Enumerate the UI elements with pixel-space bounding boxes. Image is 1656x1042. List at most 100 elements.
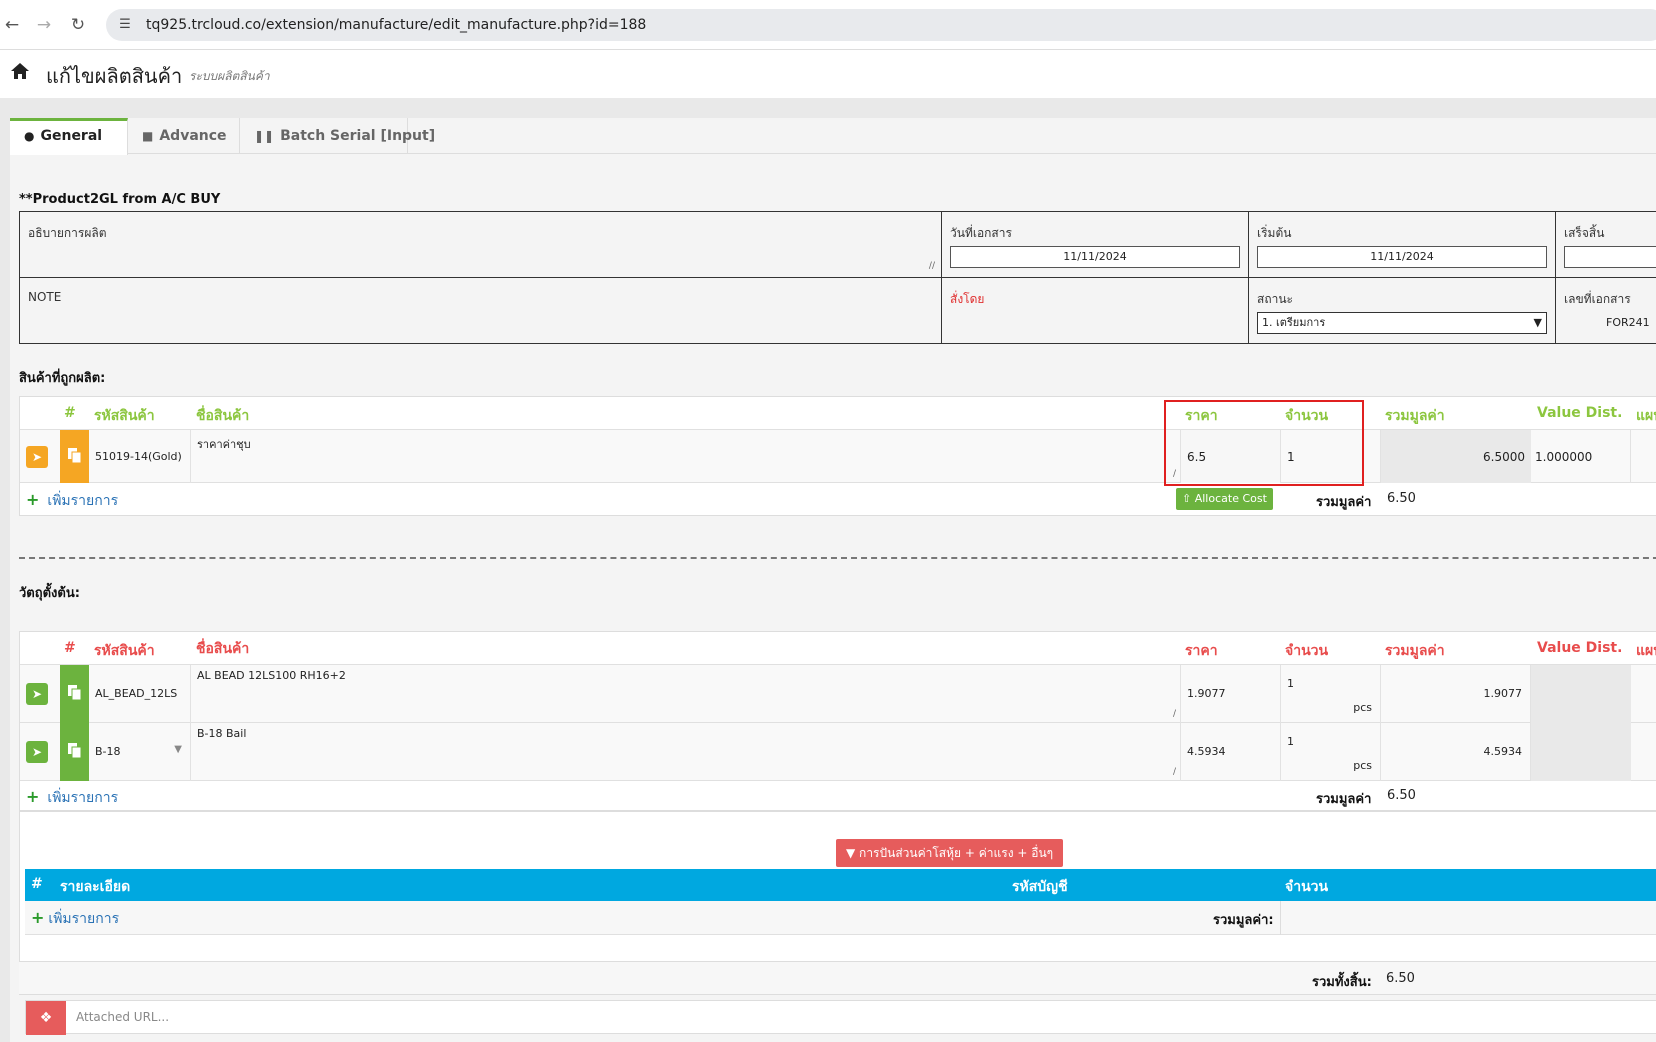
total-value: 4.5934 xyxy=(1483,745,1523,758)
material-name: AL BEAD 12LS100 RH16+2 xyxy=(197,669,346,682)
gl-note: **Product2GL from A/C BUY xyxy=(19,192,221,207)
name-cell[interactable]: ราคาค่าชุบ ∕ xyxy=(191,430,1181,483)
overhead-sum-label: รวมมูลค่า: xyxy=(1213,913,1274,928)
material-code: AL_BEAD_12LS xyxy=(95,687,178,700)
materials-section-label: วัตถุตั้งต้น: xyxy=(19,586,80,601)
tab-batch-serial[interactable]: ❚❚ Batch Serial [Input] xyxy=(240,118,435,154)
section-divider xyxy=(19,557,1656,559)
forward-icon[interactable]: → xyxy=(32,13,56,37)
copy-row-button[interactable] xyxy=(60,723,89,781)
price-cell[interactable]: 1.9077 xyxy=(1181,665,1281,723)
resize-handle-icon[interactable]: ∕ xyxy=(1173,709,1176,719)
site-settings-icon[interactable]: ☰ xyxy=(116,16,134,34)
unit-value: pcs xyxy=(1353,701,1372,714)
col-code: รหัสสินค้า xyxy=(94,643,155,659)
chevron-down-icon: ▼ xyxy=(1533,316,1542,329)
code-cell[interactable]: B-18 ▼ xyxy=(89,723,191,781)
col-code: รหัสสินค้า xyxy=(94,408,155,424)
note-cell[interactable]: NOTE xyxy=(20,278,942,344)
browser-toolbar: ← → ↻ ☰ tq925.trcloud.co/extension/manuf… xyxy=(0,0,1656,50)
page-title: แก้ไขผลิตสินค้า xyxy=(46,64,183,88)
add-material-link[interactable]: + เพิ่มรายการ xyxy=(26,787,118,809)
tab-label: General xyxy=(40,128,103,144)
add-label: เพิ่มรายการ xyxy=(47,790,119,806)
page-subtitle: ระบบผลิตสินค้า xyxy=(189,69,270,83)
caret-down-icon[interactable]: ▼ xyxy=(174,744,182,755)
materials-sum-label: รวมมูลค่า xyxy=(1316,792,1372,807)
qty-value: 1 xyxy=(1287,677,1294,690)
name-cell[interactable]: B-18 Bail ∕ xyxy=(191,723,1181,781)
col-name: ชื่อสินค้า xyxy=(196,641,250,657)
highlight-box xyxy=(1164,400,1364,486)
col-name: ชื่อสินค้า xyxy=(196,408,250,424)
add-overhead-link[interactable]: + เพิ่มรายการ xyxy=(31,908,119,930)
start-date-input[interactable]: 11/11/2024 xyxy=(1257,246,1547,268)
overhead-toggle-button[interactable]: ▼ การปันส่วนค่าโสหุ้ย + ค่าแรง + อื่นๆ xyxy=(836,839,1064,867)
doc-date-label: วันที่เอกสาร xyxy=(950,226,1012,240)
grand-total-label: รวมทั้งสิ้น: xyxy=(1312,975,1372,990)
unit-value: pcs xyxy=(1353,759,1372,772)
copy-row-button[interactable] xyxy=(60,430,89,483)
total-cell: 4.5934 xyxy=(1381,723,1531,781)
info-grid: อธิบายการผลิต ∕∕ วันที่เอกสาร 11/11/2024… xyxy=(19,211,1656,344)
doc-no-value: FOR241 xyxy=(1606,316,1650,329)
copy-row-button[interactable] xyxy=(60,665,89,723)
resize-handle-icon[interactable]: ∕ xyxy=(1173,767,1176,777)
materials-header-row: # รหัสสินค้า ชื่อสินค้า ราคา จำนวน รวมมู… xyxy=(20,632,1656,665)
value-dist-cell[interactable]: 1.000000 xyxy=(1531,430,1631,483)
expand-row-button[interactable]: ➤ xyxy=(26,741,48,763)
allocate-cost-button[interactable]: ⇧ Allocate Cost xyxy=(1176,488,1273,510)
expand-row-button[interactable]: ➤ xyxy=(26,683,48,705)
price-cell[interactable]: 4.5934 xyxy=(1181,723,1281,781)
copy-icon xyxy=(68,743,82,759)
cell-divider xyxy=(1280,901,1281,935)
col-value-dist: Value Dist. xyxy=(1537,405,1623,421)
tab-bar: ● General ■ Advance ❚❚ Batch Serial [Input] xyxy=(10,118,1656,155)
qty-cell[interactable]: 1 pcs xyxy=(1281,723,1381,781)
doc-no-label: เลขที่เอกสาร xyxy=(1564,292,1631,306)
doc-date-cell: วันที่เอกสาร 11/11/2024 xyxy=(942,212,1249,278)
total-cell: 1.9077 xyxy=(1381,665,1531,723)
col-total: รวมมูลค่า xyxy=(1385,643,1445,659)
table-row: ➤ B-18 ▼ B-18 Bail ∕ 4.5934 1 pcs 4.5934 xyxy=(20,723,1656,781)
home-icon[interactable] xyxy=(10,61,30,81)
chevron-down-circle-icon: ▼ xyxy=(846,846,860,860)
dropbox-icon[interactable]: ❖ xyxy=(26,1001,66,1035)
status-label: สถานะ xyxy=(1257,292,1293,306)
reload-icon[interactable]: ↻ xyxy=(66,13,90,37)
address-bar[interactable]: ☰ tq925.trcloud.co/extension/manufacture… xyxy=(106,9,1656,41)
attach-url-input[interactable]: Attached URL... xyxy=(76,1010,169,1024)
start-date-label: เริ่มต้น xyxy=(1257,226,1292,240)
description-cell[interactable]: อธิบายการผลิต ∕∕ xyxy=(20,212,942,278)
status-value: 1. เตรียมการ xyxy=(1262,316,1326,329)
value-dist-cell xyxy=(1531,665,1631,723)
status-select[interactable]: 1. เตรียมการ ▼ xyxy=(1257,312,1547,334)
qty-cell[interactable]: 1 pcs xyxy=(1281,665,1381,723)
code-cell[interactable]: AL_BEAD_12LS xyxy=(89,665,191,723)
finish-date-input[interactable] xyxy=(1564,246,1656,268)
materials-sum-value: 6.50 xyxy=(1387,788,1416,803)
produced-header-row: # รหัสสินค้า ชื่อสินค้า ราคา จำนวน รวมมู… xyxy=(20,397,1656,430)
ordered-by-cell[interactable]: สั่งโดย xyxy=(942,278,1249,344)
add-produced-item-link[interactable]: + เพิ่มรายการ xyxy=(26,490,118,512)
col-total: รวมมูลค่า xyxy=(1385,408,1445,424)
tab-general[interactable]: ● General xyxy=(10,118,128,155)
name-cell[interactable]: AL BEAD 12LS100 RH16+2 ∕ xyxy=(191,665,1181,723)
tab-advance[interactable]: ■ Advance xyxy=(128,118,240,154)
col-value-dist: Value Dist. xyxy=(1537,640,1623,656)
material-code: B-18 xyxy=(95,745,121,758)
doc-date-input[interactable]: 11/11/2024 xyxy=(950,246,1240,268)
expand-row-button[interactable]: ➤ xyxy=(26,446,48,468)
col-extra: แผน xyxy=(1636,643,1656,659)
back-icon[interactable]: ← xyxy=(0,13,24,37)
barcode-icon: ❚❚ xyxy=(254,129,275,143)
plus-icon: + xyxy=(26,490,40,509)
page-header: แก้ไขผลิตสินค้า ระบบผลิตสินค้า xyxy=(0,50,1656,98)
tab-label: Advance xyxy=(159,128,227,144)
total-value: 1.9077 xyxy=(1483,687,1523,700)
grand-total-value: 6.50 xyxy=(1386,971,1415,986)
value-dist-value: 1.000000 xyxy=(1535,450,1593,464)
resize-handle-icon[interactable]: ∕∕ xyxy=(929,261,935,271)
code-cell[interactable]: 51019-14(Gold) xyxy=(89,430,191,483)
materials-footer-row: + เพิ่มรายการ รวมมูลค่า 6.50 xyxy=(20,781,1656,812)
